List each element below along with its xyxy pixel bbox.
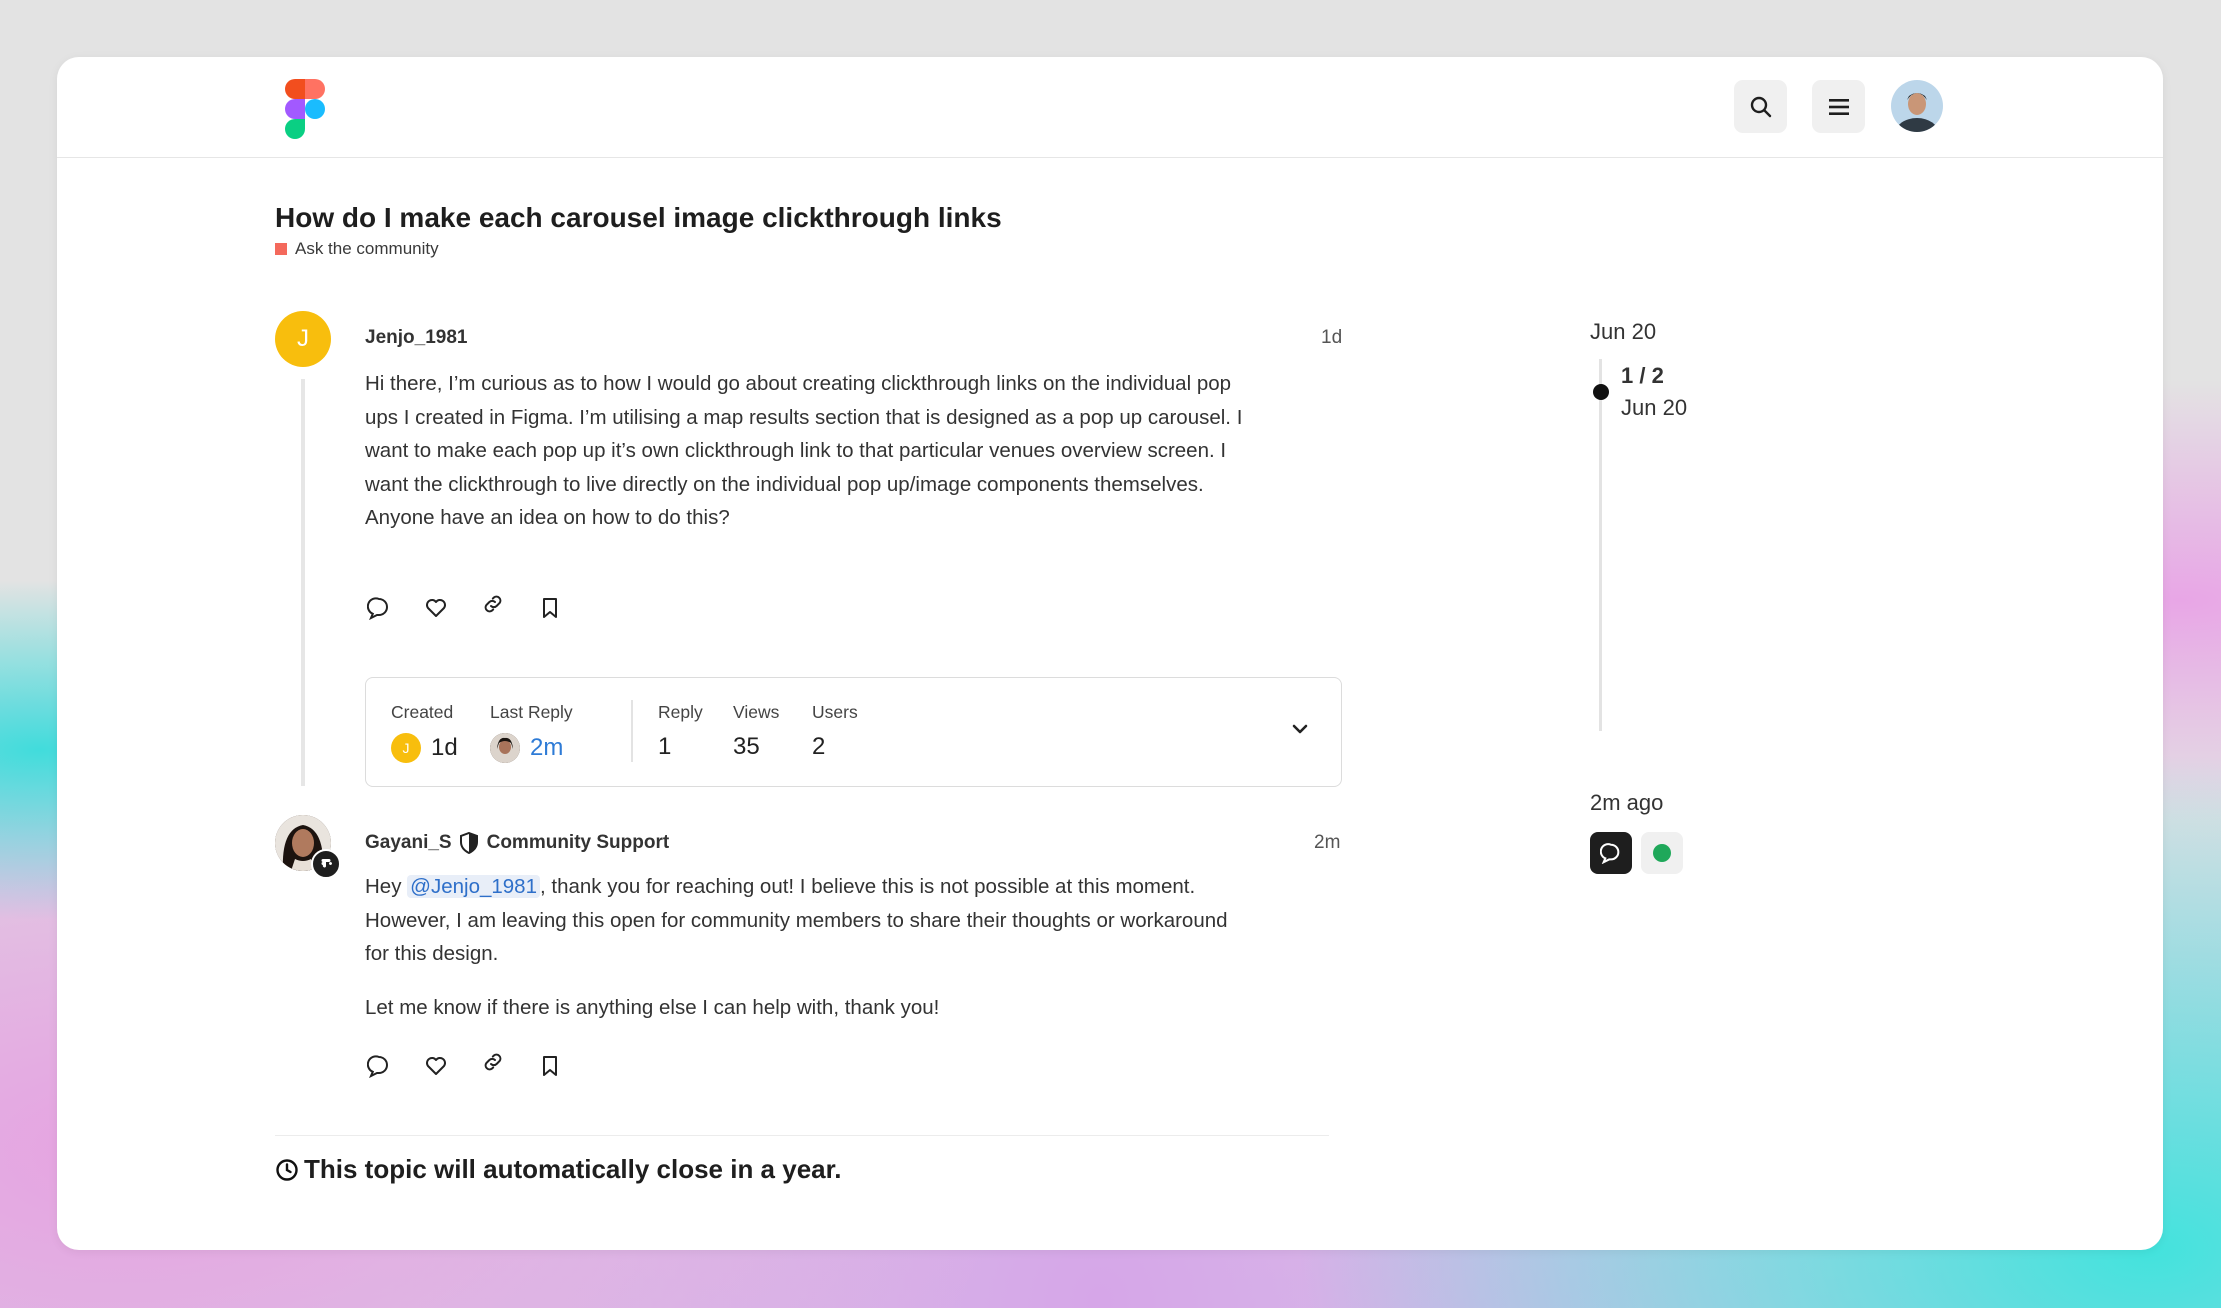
- last-replier-mini-avatar: [490, 733, 520, 763]
- post-date[interactable]: 2m: [1314, 832, 1340, 854]
- summary-replies: Reply 1: [658, 702, 703, 761]
- summary-views-value: 35: [733, 733, 760, 760]
- summary-reply-label: Reply: [658, 702, 703, 722]
- user-mention-link[interactable]: @Jenjo_1981: [407, 875, 540, 898]
- bookmark-button[interactable]: [535, 1051, 565, 1081]
- thread-connector-line: [301, 379, 305, 786]
- timeline-reply-button[interactable]: [1590, 832, 1632, 874]
- like-button[interactable]: [421, 593, 451, 623]
- bookmark-icon: [543, 598, 557, 618]
- post-text: Hey: [365, 875, 408, 898]
- heart-icon: [426, 599, 446, 617]
- timeline-handle[interactable]: [1593, 384, 1609, 400]
- summary-created-label: Created: [391, 702, 454, 722]
- copy-link-button[interactable]: [478, 1047, 508, 1077]
- summary-last-reply[interactable]: Last Reply 2m: [490, 702, 573, 763]
- bookmark-button[interactable]: [535, 593, 565, 623]
- post-date[interactable]: 1d: [1321, 327, 1342, 349]
- summary-divider: [631, 700, 633, 762]
- chevron-down-icon: [1292, 724, 1308, 734]
- post-body-text: Hi there, I’m curious as to how I would …: [365, 372, 1243, 529]
- timeline-position: 1 / 2: [1621, 363, 1664, 388]
- summary-views-label: Views: [733, 702, 780, 722]
- timeline-start-date[interactable]: Jun 20: [1590, 319, 1656, 345]
- topic-close-text: This topic will automatically close in a…: [304, 1154, 842, 1184]
- summary-users: Users 2: [812, 702, 858, 761]
- post-username[interactable]: Jenjo_1981: [365, 327, 467, 349]
- summary-views: Views 35: [733, 702, 779, 761]
- reply-bubble-icon: [367, 1055, 388, 1078]
- heart-icon: [426, 1057, 446, 1075]
- post-actions: [364, 1051, 592, 1081]
- reply-bubble-icon: [367, 597, 388, 620]
- post-author-avatar[interactable]: J: [275, 311, 331, 367]
- post-body-paragraph-2: Let me know if there is anything else I …: [365, 995, 940, 1019]
- topic-title: How do I make each carousel image clickt…: [275, 202, 1002, 233]
- user-title: Community Support: [486, 832, 670, 853]
- post-username[interactable]: Gayani_S: [365, 832, 452, 854]
- search-button[interactable]: [1734, 80, 1787, 133]
- clock-icon: [276, 1158, 298, 1181]
- copy-link-button[interactable]: [478, 589, 508, 619]
- shield-icon: [459, 832, 478, 854]
- post-author-line: Gayani_S Community Support: [365, 832, 669, 854]
- timeline-scrollbar-track[interactable]: [1599, 359, 1602, 731]
- summary-last-reply-label: Last Reply: [490, 702, 573, 722]
- current-user-avatar[interactable]: [1891, 80, 1943, 132]
- post-body: Hi there, I’m curious as to how I would …: [365, 367, 1255, 535]
- main-card: How do I make each carousel image clickt…: [57, 57, 2163, 1250]
- summary-reply-value: 1: [658, 733, 672, 760]
- creator-mini-avatar: J: [391, 733, 421, 763]
- reply-button[interactable]: [364, 593, 394, 623]
- moderator-badge-icon: [311, 849, 341, 879]
- figma-logo-icon[interactable]: [284, 79, 326, 139]
- top-navigation-bar: [57, 57, 2163, 158]
- reply-button[interactable]: [364, 1051, 394, 1081]
- like-button[interactable]: [421, 1051, 451, 1081]
- topic-close-notice: This topic will automatically close in a…: [275, 1154, 842, 1185]
- bookmark-icon: [543, 1056, 557, 1076]
- timeline-end-label[interactable]: 2m ago: [1590, 790, 1663, 816]
- category-label: Ask the community: [295, 239, 439, 258]
- timeline-position-date: Jun 20: [1621, 395, 1688, 420]
- hamburger-menu-icon: [1828, 98, 1849, 115]
- reply-bubble-icon: [1600, 843, 1620, 864]
- post-body-paragraph: Hey @Jenjo_1981, thank you for reaching …: [365, 870, 1255, 971]
- topic-summary-box: Created J 1d Last Reply 2m Reply 1 Views…: [365, 677, 1342, 787]
- summary-created[interactable]: Created J 1d: [391, 702, 458, 763]
- summary-last-reply-value: 2m: [530, 734, 564, 761]
- footer-divider: [275, 1135, 1329, 1136]
- green-dot-icon: [1653, 844, 1671, 862]
- category-color-square: [275, 243, 287, 255]
- link-icon: [484, 595, 502, 613]
- expand-summary-button[interactable]: [1289, 718, 1311, 745]
- link-icon: [484, 1053, 502, 1071]
- summary-created-value: 1d: [431, 734, 458, 761]
- notification-status-button[interactable]: [1641, 832, 1683, 874]
- post-body: Hey @Jenjo_1981, thank you for reaching …: [365, 870, 1255, 1024]
- summary-users-label: Users: [812, 702, 858, 722]
- menu-button[interactable]: [1812, 80, 1865, 133]
- post-actions: [364, 593, 592, 623]
- search-icon: [1750, 96, 1771, 117]
- summary-users-value: 2: [812, 733, 826, 760]
- category-badge[interactable]: Ask the community: [275, 239, 439, 259]
